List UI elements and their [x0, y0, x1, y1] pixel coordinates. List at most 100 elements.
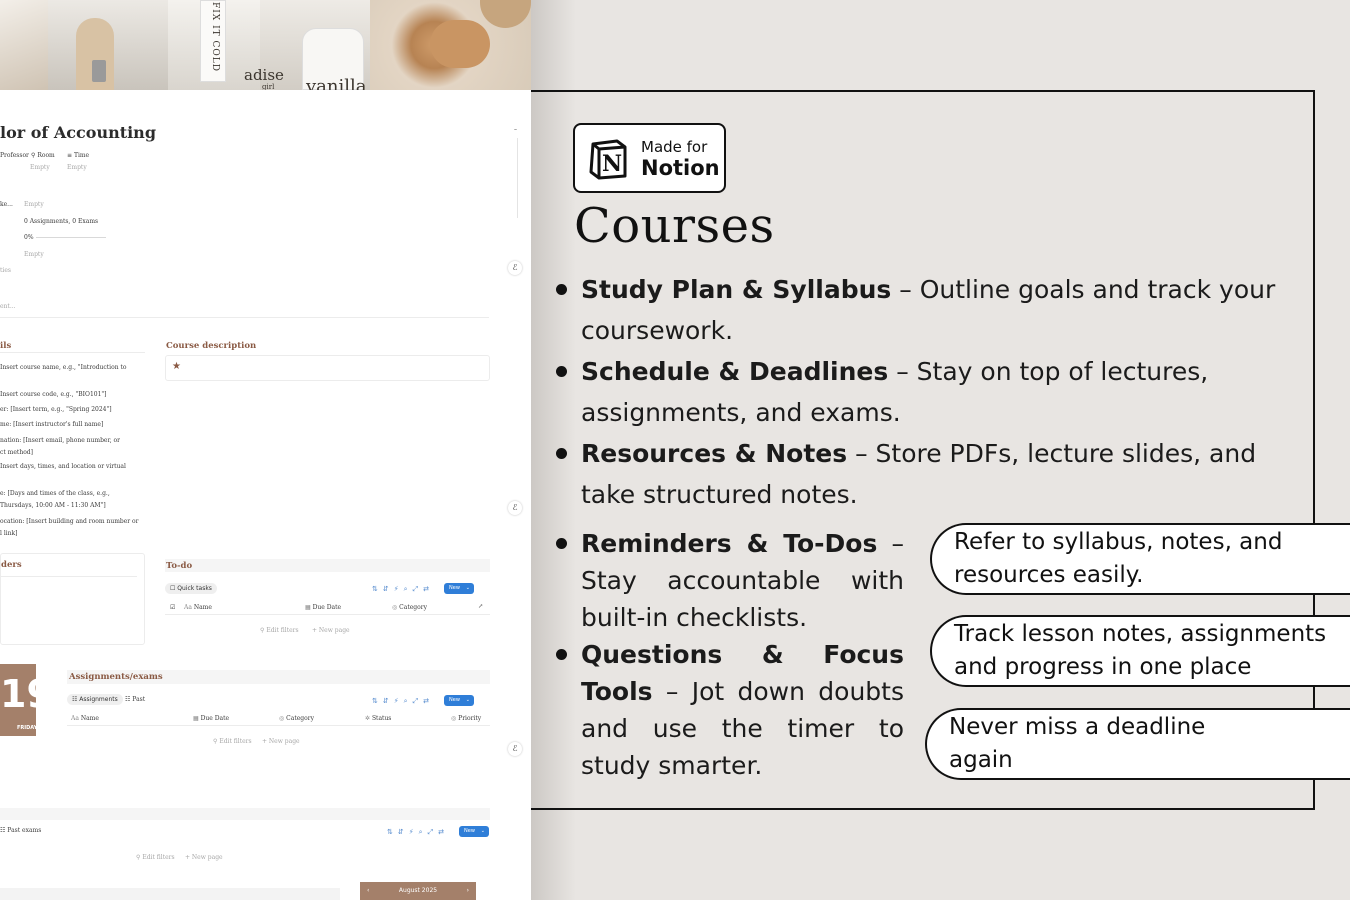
past-exams-new-page[interactable]: + New page: [185, 854, 223, 861]
reminders-underline: [1, 576, 137, 577]
cover-photo-selfie: [48, 0, 168, 90]
past-exams-view-tab[interactable]: ☷ Past exams: [0, 827, 41, 834]
assignments-col-name-label: Name: [80, 715, 99, 722]
past-exams-toolbar-icons[interactable]: ⇅⇵⚡⌕⤢⇄: [387, 828, 449, 837]
feature-study-plan: Study Plan & Syllabus – Outline goals an…: [581, 269, 1281, 351]
todo-view-tab[interactable]: ☐ Quick tasks: [165, 583, 217, 594]
details-line: me: [Insert instructor's full name]: [0, 421, 104, 428]
cover-photo-flowers: [0, 0, 48, 90]
assignments-edit-filters[interactable]: ⚲ Edit filters: [213, 738, 252, 745]
scroll-indicator[interactable]: [517, 138, 518, 218]
details-line: ocation: [Insert building and room numbe…: [0, 518, 139, 525]
todo-view-label: Quick tasks: [177, 585, 212, 592]
prop-time-value[interactable]: Empty: [67, 164, 87, 171]
past-exams-header-bar: [0, 808, 490, 820]
details-heading: ils: [0, 341, 12, 351]
details-line: Insert course code, e.g., "BIO101"]: [0, 391, 107, 398]
open-arrow-icon[interactable]: ↗: [478, 603, 483, 610]
feature-schedule: Schedule & Deadlines – Stay on top of le…: [581, 351, 1241, 433]
bullet-icon: [556, 538, 567, 549]
assignments-new-button[interactable]: New ⌄: [444, 695, 474, 706]
list-icon: ≡: [67, 152, 74, 159]
past-exams-edit-filters[interactable]: ⚲ Edit filters: [136, 854, 175, 861]
comment-icon[interactable]: ℰ: [508, 261, 522, 275]
assignments-col-status-label: Status: [371, 715, 392, 722]
cover-text-fixit: FIX IT COLD: [210, 2, 220, 72]
calendar-weekday: FRIDAY: [17, 725, 38, 731]
section-heading: Courses: [574, 198, 775, 254]
notion-logo-letter: N: [602, 151, 622, 177]
todo-toolbar-icons[interactable]: ⇅⇵⚡⌕⤢⇄: [372, 585, 434, 594]
chevron-down-icon: ⌄: [480, 828, 485, 834]
prop-row-value[interactable]: Empty: [24, 201, 44, 208]
todo-new-button[interactable]: New ⌄: [444, 583, 474, 594]
todo-new-page[interactable]: + New page: [312, 627, 350, 634]
todo-col-category: ◎ Category: [392, 604, 427, 611]
prop-room-label: Room: [37, 152, 55, 159]
bullet-icon: [556, 649, 567, 660]
calendar-day: 19: [0, 672, 53, 716]
assignments-new-label: New: [449, 697, 460, 703]
past-exams-new-button[interactable]: New ⌄: [459, 826, 489, 837]
prop-room: ⚲ Room: [31, 152, 55, 159]
chevron-down-icon: ⌄: [465, 585, 470, 591]
prop-time: ≡ Time: [67, 152, 89, 159]
chevron-down-icon: ⌄: [465, 697, 470, 703]
past-view-label: Past: [132, 696, 146, 703]
table-of-contents-icon[interactable]: –: [514, 126, 517, 133]
todo-col-name: Aa Name: [184, 604, 212, 611]
past-exams-new-label: New: [464, 828, 475, 834]
reminders-heading: ders: [1, 560, 22, 570]
star-icon: ★: [172, 361, 181, 372]
prop-value-empty[interactable]: Empty: [24, 251, 44, 258]
prop-room-value[interactable]: Empty: [30, 164, 50, 171]
todo-col-due: ▦ Due Date: [305, 604, 341, 611]
feature-title: Reminders & To-Dos: [581, 529, 878, 558]
bullet-icon: [556, 366, 567, 377]
text-icon: Aa: [71, 715, 81, 722]
todo-checkbox-icon[interactable]: ☑: [170, 604, 175, 611]
assignments-edit-filters-label: Edit filters: [219, 738, 252, 745]
status-icon: ✲: [365, 715, 372, 722]
reminders-box: ders: [0, 553, 145, 645]
feature-resources: Resources & Notes – Store PDFs, lecture …: [581, 433, 1261, 515]
assignments-view-tab[interactable]: ☷ Assignments: [67, 694, 123, 705]
assignments-col-due-label: Due Date: [200, 715, 230, 722]
assignments-col-priority-label: Priority: [458, 715, 482, 722]
badge-line2: Notion: [641, 156, 720, 180]
todo-edit-filters-label: Edit filters: [266, 627, 299, 634]
assignments-count: 0 Assignments, 0 Exams: [24, 218, 99, 225]
todo-row-divider: [165, 614, 490, 615]
calendar-next-icon[interactable]: ›: [467, 882, 469, 900]
notion-logo-icon: N: [589, 139, 627, 180]
progress-bar: [36, 237, 106, 238]
assignments-toolbar-icons[interactable]: ⇅⇵⚡⌕⤢⇄: [372, 697, 434, 706]
assignments-new-page[interactable]: + New page: [262, 738, 300, 745]
past-view-tab[interactable]: ☷ Past: [125, 696, 145, 703]
feature-reminders: Reminders & To-Dos – Stay accountable wi…: [581, 525, 904, 636]
comment-icon[interactable]: ℰ: [508, 501, 522, 515]
course-description-callout[interactable]: ★: [165, 355, 490, 381]
details-line: Insert course name, e.g., "Introduction …: [0, 364, 127, 371]
prop-row-label: ke...: [0, 201, 13, 208]
calendar-badge: 19 FRIDAY: [0, 664, 53, 736]
calendar-icon: ▦: [305, 604, 313, 611]
assignments-view-label: Assignments: [79, 696, 118, 703]
calendar-month: August 2025: [398, 887, 438, 894]
page-title: lor of Accounting: [0, 123, 156, 142]
assignments-col-status: ✲ Status: [365, 715, 391, 722]
todo-heading: To-do: [166, 561, 193, 571]
details-line: Thursdays, 10:00 AM - 11:30 AM"]: [0, 502, 106, 509]
calendar-prev-icon[interactable]: ‹: [367, 882, 369, 900]
past-exams-edit-filters-label: Edit filters: [142, 854, 175, 861]
calendar-header: ‹ August 2025 ›: [360, 882, 476, 900]
assignments-row-divider: [67, 725, 490, 726]
assignments-col-category: ◎ Category: [279, 715, 314, 722]
todo-edit-filters[interactable]: ⚲ Edit filters: [260, 627, 299, 634]
add-comment[interactable]: ent...: [0, 303, 16, 310]
text-icon: Aa: [184, 604, 194, 611]
todo-col-category-label: Category: [399, 604, 427, 611]
cover-collage: FIX IT COLD adise girl vanilla: [0, 0, 531, 90]
comment-icon[interactable]: ℰ: [508, 742, 522, 756]
divider: [0, 317, 489, 318]
